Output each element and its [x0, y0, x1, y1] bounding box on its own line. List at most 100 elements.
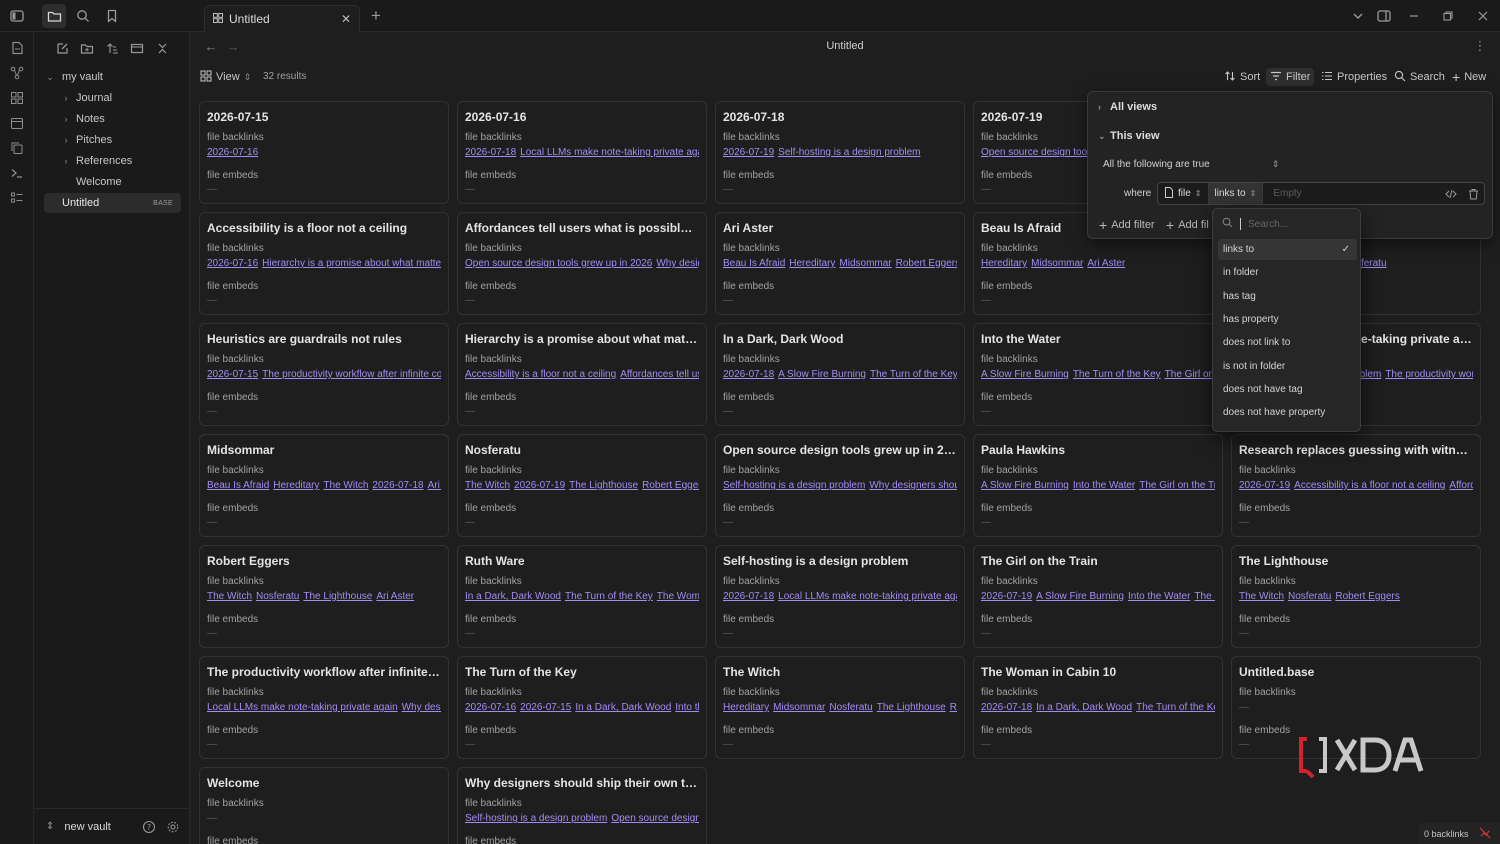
backlink[interactable]: Hereditary — [789, 258, 835, 269]
minimize-icon[interactable] — [1402, 4, 1426, 28]
backlink[interactable]: Self-hosting is a design problem — [465, 813, 607, 824]
sort-order-icon[interactable] — [102, 38, 122, 58]
card[interactable]: The Girl on the Train file backlinks 2026-… — [973, 545, 1223, 648]
trash-icon[interactable] — [1462, 183, 1484, 204]
view-selector[interactable]: View ⇕ — [200, 68, 251, 86]
card[interactable]: Ruth Ware file backlinks In a Dark, Dark W… — [457, 545, 707, 648]
backlink[interactable]: 2026-07-15 — [207, 369, 258, 380]
dropdown-search-input[interactable]: Search... — [1218, 214, 1357, 234]
restore-icon[interactable] — [1436, 4, 1460, 28]
graph-view-icon[interactable] — [5, 61, 29, 85]
card[interactable]: The Turn of the Key file backlinks 2026-07… — [457, 656, 707, 759]
open-note-icon[interactable] — [5, 36, 29, 60]
card[interactable]: Why designers should ship their own tool… — [457, 767, 707, 844]
backlink[interactable]: 2026-07-15 — [520, 702, 571, 713]
backlink[interactable]: Robert Eggers — [950, 702, 957, 713]
right-sidebar-toggle-icon[interactable] — [1372, 4, 1396, 28]
card-title[interactable]: The Lighthouse — [1239, 554, 1473, 569]
help-icon[interactable]: ? — [140, 818, 158, 836]
close-window-icon[interactable] — [1471, 4, 1495, 28]
backlink[interactable]: Midsommar — [839, 258, 891, 269]
copy-icon[interactable] — [5, 136, 29, 160]
backlink[interactable]: Into the Water — [675, 702, 699, 713]
conjunction-select[interactable]: All the following are true ⇕ — [1103, 159, 1279, 170]
property-select[interactable]: file ⇕ — [1158, 183, 1209, 204]
properties-button[interactable]: Properties — [1321, 68, 1387, 86]
card[interactable]: The Woman in Cabin 10 file backlinks 2026-… — [973, 656, 1223, 759]
dropdown-option[interactable]: is not in folder — [1218, 356, 1357, 377]
card-title[interactable]: Robert Eggers — [207, 554, 441, 569]
settings-gear-icon[interactable] — [164, 818, 182, 836]
backlink[interactable]: Self-hosting is a design problem — [723, 480, 865, 491]
card[interactable]: Nosferatu file backlinks The Witch 2026-07-… — [457, 434, 707, 537]
card-title[interactable]: The Witch — [723, 665, 957, 680]
card[interactable]: 2026-07-16 file backlinks 2026-07-18 Local … — [457, 101, 707, 204]
sidebar-item-references[interactable]: › References — [44, 151, 181, 171]
backlink[interactable]: Local LLMs make note-taking private agai… — [778, 591, 957, 602]
search-icon[interactable] — [71, 4, 95, 28]
card[interactable]: Affordances tell users what is possible … — [457, 212, 707, 315]
backlink[interactable]: Affordances — [1449, 480, 1473, 491]
vault-root[interactable]: ⌄ my vault — [44, 67, 181, 87]
card-title[interactable]: The Turn of the Key — [465, 665, 699, 680]
card-title[interactable]: Why designers should ship their own tool… — [465, 776, 699, 791]
new-folder-icon[interactable] — [77, 38, 97, 58]
backlink[interactable]: The Turn of the Key — [1136, 702, 1215, 713]
card[interactable]: 2026-07-18 file backlinks 2026-07-19 Self-h… — [715, 101, 965, 204]
backlink[interactable]: A Slow Fire Burning — [1036, 591, 1124, 602]
backlink[interactable]: 2026-07-18 — [372, 480, 423, 491]
card-title[interactable]: Ari Aster — [723, 221, 957, 236]
backlink[interactable]: Hereditary — [273, 480, 319, 491]
dropdown-option[interactable]: in folder — [1218, 262, 1357, 283]
card[interactable]: Heuristics are guardrails not rules file … — [199, 323, 449, 426]
backlink[interactable]: Affordances tell users what is possible — [620, 369, 699, 380]
this-view-section[interactable]: ⌄ This view — [1098, 130, 1160, 142]
backlink[interactable]: Nosferatu — [1288, 591, 1331, 602]
backlink[interactable]: The Lighthouse — [877, 702, 946, 713]
collapse-all-icon[interactable] — [152, 38, 172, 58]
backlink[interactable]: Nosferatu — [256, 591, 299, 602]
dropdown-option[interactable]: does not have property — [1218, 402, 1357, 423]
dropdown-option[interactable]: links to ✓ — [1218, 239, 1357, 260]
backlink[interactable]: Local LLMs make note-taking private agai… — [520, 147, 699, 158]
backlink[interactable]: The Turn of the Key — [870, 369, 957, 380]
card[interactable]: Midsommar file backlinks Beau Is Afraid Her… — [199, 434, 449, 537]
card[interactable]: In a Dark, Dark Wood file backlinks 2026-0… — [715, 323, 965, 426]
card-title[interactable]: Midsommar — [207, 443, 441, 458]
card-title[interactable]: Affordances tell users what is possible … — [465, 221, 699, 236]
card[interactable]: 2026-07-15 file backlinks 2026-07-16 file e… — [199, 101, 449, 204]
canvas-icon[interactable] — [5, 86, 29, 110]
add-filter-button[interactable]: + Add filter — [1099, 217, 1155, 233]
card-title[interactable]: In a Dark, Dark Wood — [723, 332, 957, 347]
backlink[interactable]: Into the Water — [1073, 480, 1135, 491]
dropdown-option[interactable]: has tag — [1218, 286, 1357, 307]
backlink[interactable]: Beau Is Afraid — [723, 258, 785, 269]
backlink[interactable]: 2026-07-16 — [207, 258, 258, 269]
backlink[interactable]: Accessibility is a floor not a ceiling — [465, 369, 616, 380]
sort-button[interactable]: Sort — [1224, 68, 1260, 86]
vault-switcher[interactable]: ⇕ new vault ? — [34, 808, 190, 844]
card-title[interactable]: Self-hosting is a design problem — [723, 554, 957, 569]
card-title[interactable]: Paula Hawkins — [981, 443, 1215, 458]
backlink[interactable]: The Girl on the Train — [1139, 480, 1215, 491]
card[interactable]: Research replaces guessing with witnessi… — [1231, 434, 1481, 537]
backlink[interactable]: 2026-07-16 — [465, 702, 516, 713]
backlink[interactable]: Midsommar — [773, 702, 825, 713]
backlink[interactable]: 2026-07-18 — [981, 702, 1032, 713]
backlink[interactable]: The Turn of the Key — [565, 591, 653, 602]
sync-error-icon[interactable] — [1479, 827, 1491, 841]
new-tab-icon[interactable]: + — [364, 4, 388, 28]
card-title[interactable]: Research replaces guessing with witnessi… — [1239, 443, 1473, 458]
card[interactable]: Robert Eggers file backlinks The Witch Nosf… — [199, 545, 449, 648]
backlink[interactable]: A Slow Fire Burning — [981, 480, 1069, 491]
backlink[interactable]: The Witch — [323, 480, 368, 491]
card-title[interactable]: Untitled.base — [1239, 665, 1473, 680]
card-title[interactable]: The Girl on the Train — [981, 554, 1215, 569]
backlink[interactable]: Beau Is Afraid — [207, 480, 269, 491]
sidebar-item-untitled[interactable]: Untitled BASE — [44, 193, 181, 213]
backlink[interactable]: Why designers should ship — [402, 702, 441, 713]
card-title[interactable]: Heuristics are guardrails not rules — [207, 332, 441, 347]
dropdown-option[interactable]: has property — [1218, 309, 1357, 330]
card-title[interactable]: The Woman in Cabin 10 — [981, 665, 1215, 680]
card[interactable]: The productivity workflow after infinite… — [199, 656, 449, 759]
